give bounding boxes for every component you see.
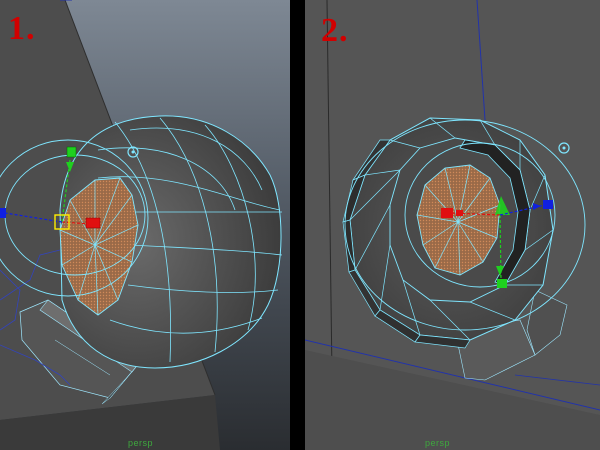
x-axis-handle[interactable]: [85, 217, 101, 229]
y-axis-handle[interactable]: [497, 279, 507, 288]
z-axis-handle[interactable]: [0, 208, 6, 218]
camera-label: persp: [128, 438, 154, 448]
x-axis-handle[interactable]: [441, 208, 453, 218]
sphere-mesh[interactable]: [59, 115, 283, 369]
viewport-1[interactable]: 1. persp: [0, 0, 290, 450]
panel-number: 1.: [8, 10, 36, 47]
viewport-2-scene[interactable]: [305, 0, 600, 450]
y-axis-handle[interactable]: [66, 146, 77, 158]
panel-number: 2.: [321, 12, 349, 49]
camera-label: persp: [425, 438, 451, 448]
z-axis-handle[interactable]: [543, 200, 553, 209]
viewport-1-scene[interactable]: [0, 0, 290, 450]
viewport-2[interactable]: 2. persp: [305, 0, 600, 450]
panel-divider: [290, 0, 305, 450]
